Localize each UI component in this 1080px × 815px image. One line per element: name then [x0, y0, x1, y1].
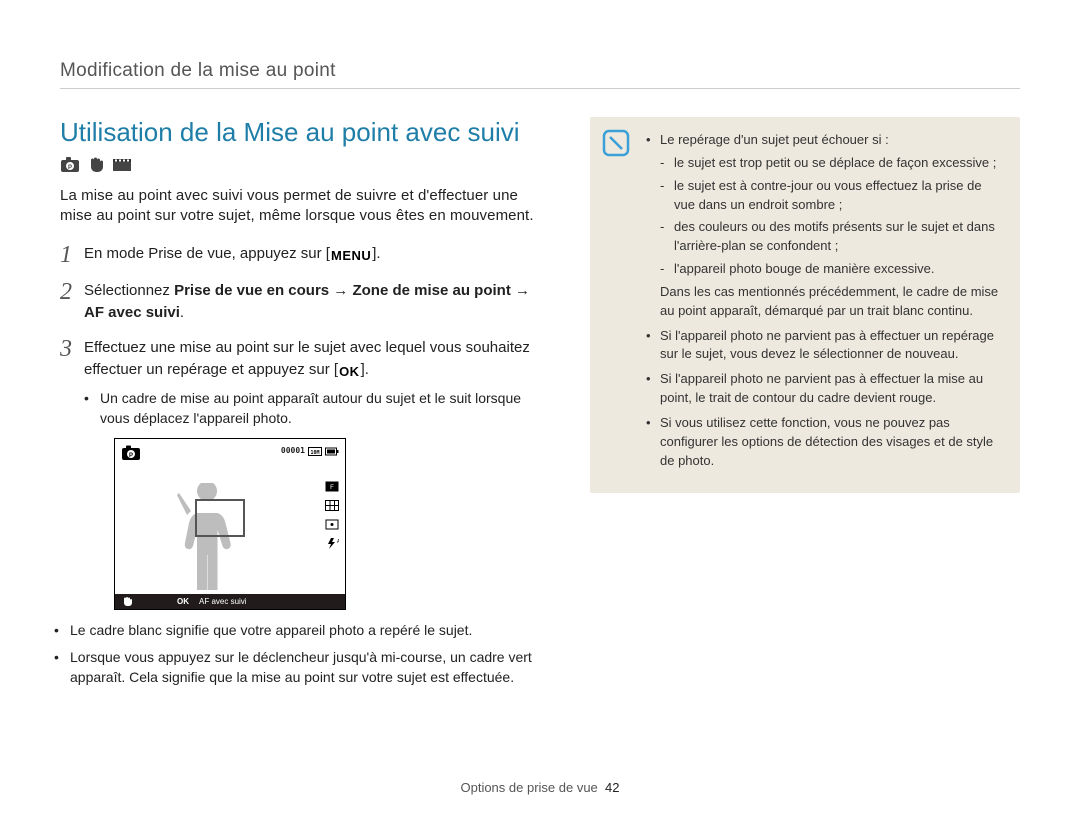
svg-text:10M: 10M	[310, 450, 319, 456]
step-3: 3 Effectuez une mise au point sur le suj…	[60, 337, 550, 693]
counter-value: 00001	[281, 445, 305, 457]
step-1: 1 En mode Prise de vue, appuyez sur [MEN…	[60, 243, 550, 268]
svg-text:A: A	[337, 539, 339, 545]
note-item: Le repérage d'un sujet peut échouer si :…	[646, 131, 1004, 321]
step-number: 1	[60, 243, 72, 268]
step-number: 2	[60, 280, 72, 325]
tracking-af-icon	[325, 515, 339, 526]
step-text: En mode Prise de vue, appuyez sur [	[84, 245, 330, 262]
ok-label: OK	[177, 596, 189, 608]
note-box: Le repérage d'un sujet peut échouer si :…	[590, 117, 1020, 493]
battery-icon	[325, 447, 339, 456]
sub-bullet: Un cadre de mise au point apparaît autou…	[84, 388, 550, 429]
quality-icon: F	[325, 477, 339, 488]
step-text: Sélectionnez	[84, 282, 174, 299]
focus-frame	[195, 499, 245, 537]
step-body: En mode Prise de vue, appuyez sur [MENU]…	[84, 243, 550, 268]
right-column: Le repérage d'un sujet peut échouer si :…	[590, 117, 1020, 705]
left-column: Utilisation de la Mise au point avec sui…	[60, 117, 550, 705]
step-body: Effectuez une mise au point sur le sujet…	[84, 337, 550, 693]
grid-icon	[325, 496, 339, 507]
divider	[60, 88, 1020, 89]
note-sub-bullets: le sujet est trop petit ou se déplace de…	[660, 154, 1004, 279]
page-footer: Options de prise de vue 42	[0, 780, 1080, 795]
breadcrumb: Modification de la mise au point	[60, 60, 1020, 88]
note-text: Le repérage d'un sujet peut échouer si :	[660, 132, 889, 147]
note-sub-item: l'appareil photo bouge de manière excess…	[660, 260, 1004, 279]
preview-side-icons: F A	[325, 477, 339, 545]
size-indicator-icon: 10M	[308, 447, 322, 456]
page-title: Utilisation de la Mise au point avec sui…	[60, 117, 550, 148]
step-body: Sélectionnez Prise de vue en cours → Zon…	[84, 280, 550, 325]
svg-text:P: P	[129, 453, 133, 459]
ok-button-label: OK	[338, 362, 361, 382]
note-sub-item: le sujet est trop petit ou se déplace de…	[660, 154, 1004, 173]
footer-section: Options de prise de vue	[460, 780, 597, 795]
steps-list: 1 En mode Prise de vue, appuyez sur [MEN…	[60, 243, 550, 694]
menu-button-label: MENU	[330, 246, 372, 266]
preview-bottom-bar: OK AF avec suivi	[115, 594, 345, 609]
scene-icon	[112, 156, 132, 174]
content-columns: Utilisation de la Mise au point avec sui…	[60, 117, 1020, 705]
svg-text:P: P	[68, 165, 72, 171]
sub-bullet: Le cadre blanc signifie que votre appare…	[54, 620, 550, 640]
frame-counter: 00001 10M	[281, 445, 339, 457]
camera-p-icon: P	[121, 445, 141, 469]
intro-text: La mise au point avec suivi vous permet …	[60, 186, 550, 227]
note-item: Si l'appareil photo ne parvient pas à ef…	[646, 370, 1004, 408]
note-item: Si vous utilisez cette fonction, vous ne…	[646, 414, 1004, 471]
step-text: ].	[361, 361, 369, 378]
note-followup: Dans les cas mentionnés précédemment, le…	[660, 283, 1004, 321]
svg-text:F: F	[330, 485, 334, 491]
hand-icon	[121, 596, 133, 607]
camera-preview-figure: P 00001 10M F A	[114, 438, 346, 610]
flash-auto-icon: A	[325, 534, 339, 545]
post-preview-bullets: Le cadre blanc signifie que votre appare…	[54, 620, 550, 687]
note-sub-item: le sujet est à contre-jour ou vous effec…	[660, 177, 1004, 215]
step-text: .	[180, 304, 184, 321]
note-info-icon	[602, 129, 630, 157]
camera-p-icon: P	[60, 156, 80, 174]
note-bullets: Le repérage d'un sujet peut échouer si :…	[646, 131, 1004, 471]
mode-icons: P	[60, 156, 550, 174]
document-page: Modification de la mise au point Utilisa…	[0, 0, 1080, 815]
sub-bullet: Lorsque vous appuyez sur le déclencheur …	[54, 647, 550, 688]
page-number: 42	[605, 780, 619, 795]
bottom-bar-label: AF avec suivi	[199, 596, 247, 608]
note-sub-item: des couleurs ou des motifs présents sur …	[660, 218, 1004, 256]
note-item: Si l'appareil photo ne parvient pas à ef…	[646, 327, 1004, 365]
step-text: ].	[372, 245, 380, 262]
step-sub-bullets: Un cadre de mise au point apparaît autou…	[84, 388, 550, 429]
step-text: Effectuez une mise au point sur le sujet…	[84, 339, 530, 379]
hand-dual-icon	[86, 156, 106, 174]
step-2: 2 Sélectionnez Prise de vue en cours → Z…	[60, 280, 550, 325]
